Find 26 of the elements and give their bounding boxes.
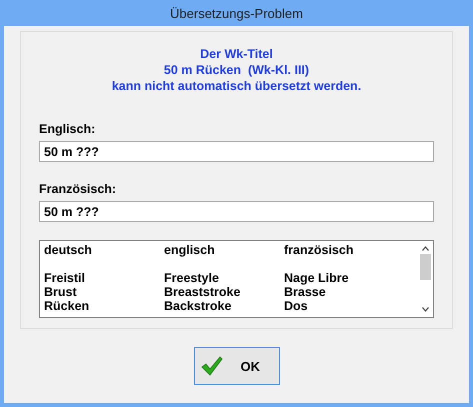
input-field[interactable]: 50 m ??? xyxy=(39,141,434,162)
input-field[interactable]: 50 m ??? xyxy=(39,201,434,222)
message-line: 50 m Rücken (Wk-Kl. III) xyxy=(164,62,310,78)
column-header: englisch xyxy=(164,243,216,257)
window-title: Übersetzungs-Problem xyxy=(169,4,304,23)
scroll-up-icon[interactable] xyxy=(422,246,428,251)
table-cell-text: Breaststroke xyxy=(164,285,242,299)
translation-list[interactable]: deutsch englisch französisch Freistil Freestyle Nage Libre Brust Breaststroke Brasse Rücken Backstroke Dos xyxy=(39,240,434,318)
column-header: französisch xyxy=(284,243,354,257)
message-line: kann nicht automatisch übersetzt werden. xyxy=(112,78,362,94)
table-cell-text: Nage Libre xyxy=(284,271,350,285)
scrollbar-thumb[interactable] xyxy=(420,254,430,280)
field-label: Französisch: xyxy=(39,182,118,196)
table-cell-text: Freistil xyxy=(44,271,86,285)
checkmark-icon xyxy=(200,356,222,376)
ok-button[interactable]: OK xyxy=(194,347,280,385)
table-cell-text: Backstroke xyxy=(164,299,232,313)
field-label: Englisch: xyxy=(39,122,96,136)
message-line: Der Wk-Titel xyxy=(200,46,273,62)
table-cell-text: Freestyle xyxy=(164,271,220,285)
column-header: deutsch xyxy=(44,243,93,257)
table-cell-text: Rücken xyxy=(44,299,90,313)
table-cell-text: Dos xyxy=(284,299,309,313)
table-cell-text: Brust xyxy=(44,285,78,299)
table-cell-text: Brasse xyxy=(284,285,327,299)
scroll-down-icon[interactable] xyxy=(422,307,428,312)
